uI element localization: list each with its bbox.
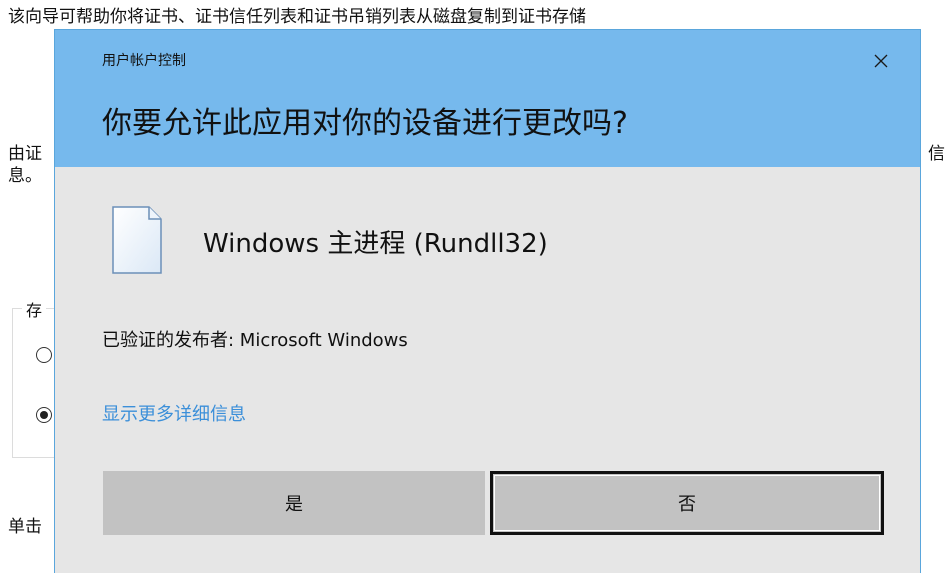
wizard-store-text-tail: 息。 [8,166,42,186]
wizard-description: 该向导可帮助你将证书、证书信任列表和证书吊销列表从磁盘复制到证书存储 [8,7,586,27]
no-button-label: 否 [678,494,696,515]
yes-button[interactable]: 是 [103,471,485,535]
uac-header: 用户帐户控制 你要允许此应用对你的设备进行更改吗? [55,30,920,167]
store-manual-radio[interactable] [36,407,52,423]
store-option-group-label: 存 [22,297,47,321]
no-button[interactable]: 否 [490,471,884,535]
close-button[interactable] [863,44,899,78]
document-icon [112,206,162,274]
uac-dialog: 用户帐户控制 你要允许此应用对你的设备进行更改吗? Windows 主进程 (R… [55,30,920,573]
close-icon [874,54,888,68]
app-name: Windows 主进程 (Rundll32) [203,229,548,259]
wizard-click-text: 单击 [8,517,42,537]
yes-button-label: 是 [285,494,303,515]
uac-question: 你要允许此应用对你的设备进行更改吗? [102,106,628,141]
dialog-title: 用户帐户控制 [102,53,186,69]
show-more-details-link[interactable]: 显示更多详细信息 [102,400,246,426]
verified-publisher: 已验证的发布者: Microsoft Windows [102,330,408,351]
wizard-store-text-end-char: 信 [928,144,945,164]
store-auto-radio[interactable] [36,347,52,363]
